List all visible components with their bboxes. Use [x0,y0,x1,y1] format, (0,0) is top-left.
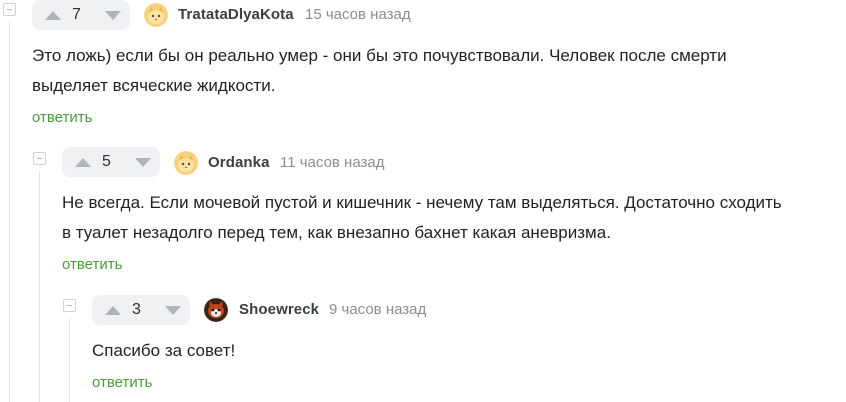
comment-text-line: выделяет всяческие жидкости. [32,76,276,95]
collapse-button[interactable] [3,3,16,16]
thread-line[interactable] [39,171,40,402]
arrow-down-icon [165,305,181,315]
vote-count: 3 [132,301,141,318]
downvote-button[interactable] [156,295,190,325]
reply-link[interactable]: ответить [62,256,122,273]
comment-time[interactable]: 11 часов назад [280,154,384,171]
cat-avatar-icon[interactable] [144,3,168,27]
comment-time[interactable]: 15 часов назад [305,6,411,23]
reply-link[interactable]: ответить [92,374,152,391]
collapse-button[interactable] [33,152,46,165]
comment-text-line: в туалет незадолго перед тем, как внезап… [62,223,611,242]
comment-author[interactable]: TratataDlyaKota [178,6,294,23]
comment-text-line: Спасибо за совет! [92,341,236,360]
arrow-up-icon [105,305,121,315]
red-panda-avatar-icon[interactable] [204,298,228,322]
comment-text-line: Это ложь) если бы он реально умер - они … [32,46,727,65]
thread-line[interactable] [69,318,70,402]
upvote-button[interactable] [36,0,70,30]
comment-text: Это ложь) если бы он реально умер - они … [32,41,727,101]
downvote-button[interactable] [96,0,130,30]
arrow-down-icon [135,157,151,167]
vote-box: 3 [92,295,190,325]
upvote-button[interactable] [96,295,130,325]
comment-author[interactable]: Ordanka [208,154,270,171]
vote-box: 7 [32,0,130,30]
downvote-button[interactable] [126,147,160,177]
upvote-button[interactable] [66,147,100,177]
vote-count: 5 [102,153,111,170]
comment-text: Не всегда. Если мочевой пустой и кишечни… [62,188,782,248]
arrow-up-icon [75,157,91,167]
cat-avatar-icon[interactable] [174,151,198,175]
vote-box: 5 [62,147,160,177]
arrow-down-icon [105,10,121,20]
comment-text: Спасибо за совет! [92,336,235,366]
comment-text-line: Не всегда. Если мочевой пустой и кишечни… [62,193,782,212]
collapse-button[interactable] [63,299,76,312]
thread-line[interactable] [9,22,10,402]
reply-link[interactable]: ответить [32,109,92,126]
comment-author[interactable]: Shoewreck [239,301,319,318]
arrow-up-icon [45,10,61,20]
comment-time[interactable]: 9 часов назад [329,301,426,318]
vote-count: 7 [72,6,81,23]
